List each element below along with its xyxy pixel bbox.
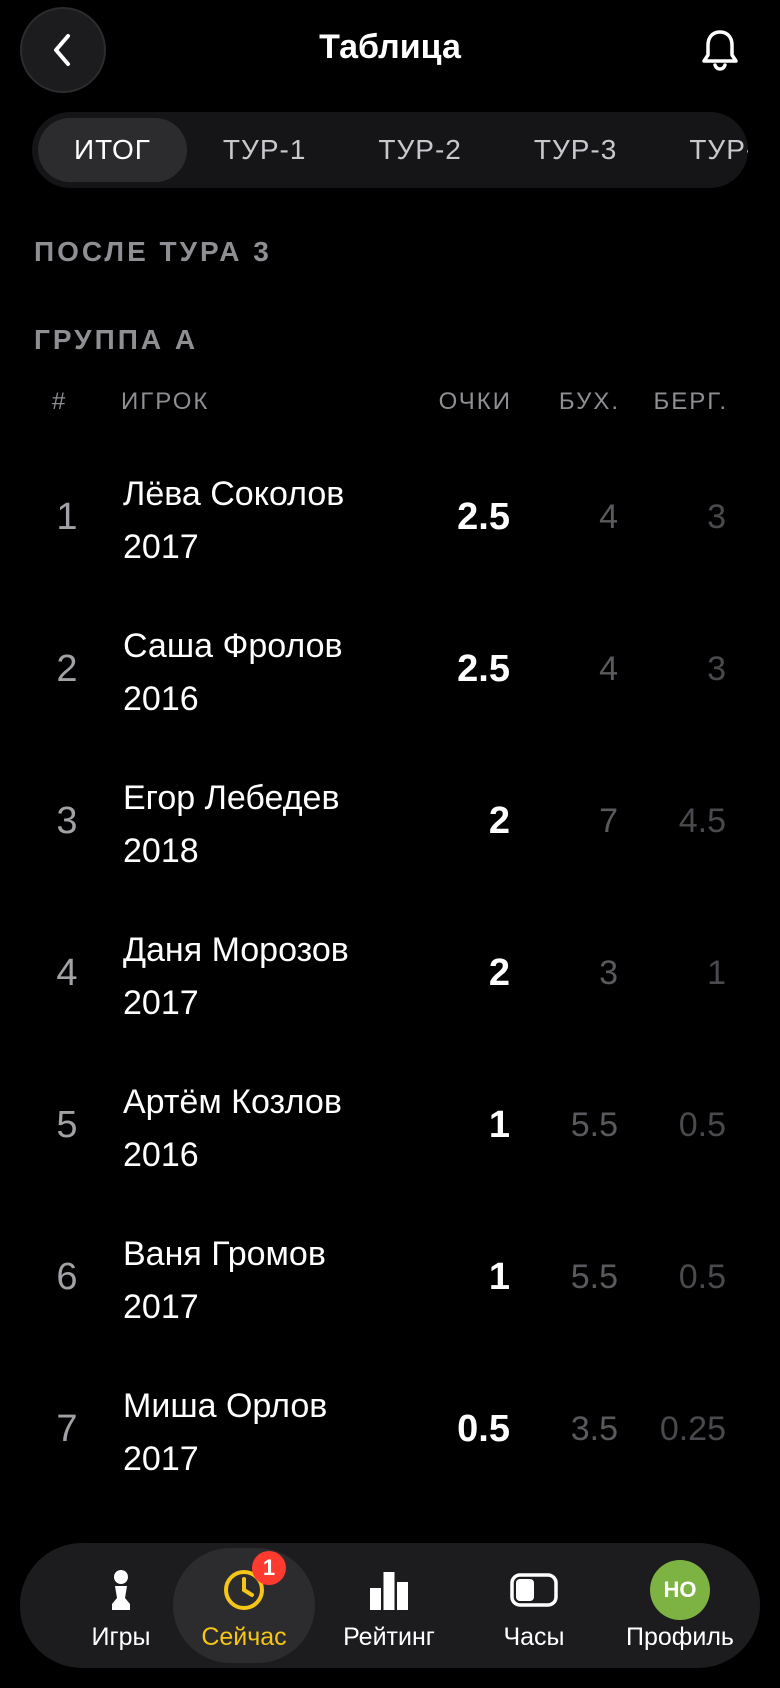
nav-item-games[interactable]: Игры (51, 1543, 191, 1668)
player-info: Ваня Громов 2017 (123, 1228, 326, 1334)
player-berger: 0.5 (678, 1106, 726, 1144)
player-berger: 0.25 (659, 1410, 726, 1448)
player-points: 2.5 (457, 496, 510, 538)
player-points: 1 (488, 1104, 510, 1146)
player-berger: 1 (707, 954, 726, 992)
nav-item-profile[interactable]: НО Профиль (610, 1543, 750, 1668)
player-points: 0.5 (457, 1408, 510, 1450)
notification-badge: 1 (252, 1551, 286, 1585)
page-title: Таблица (319, 28, 461, 66)
nav-item-clock[interactable]: Часы (464, 1543, 604, 1668)
bell-icon (702, 30, 738, 71)
after-round-label: ПОСЛЕ ТУРА 3 (34, 236, 272, 267)
table-row[interactable]: 3 Егор Лебедев 2018 2 7 4.5 (0, 746, 780, 898)
notifications-button[interactable] (696, 26, 744, 74)
player-birth-year: 2017 (123, 984, 199, 1022)
tab-round-2[interactable]: ТУР-2 (342, 118, 497, 182)
tab-round-3[interactable]: ТУР-3 (498, 118, 653, 182)
nav-label: Профиль (626, 1623, 734, 1651)
player-buchholz: 4 (599, 650, 618, 688)
column-header-points: ОЧКИ (438, 388, 512, 415)
player-buchholz: 7 (599, 802, 618, 840)
player-info: Саша Фролов 2016 (123, 620, 343, 726)
player-buchholz: 4 (599, 498, 618, 536)
table-row[interactable]: 6 Ваня Громов 2017 1 5.5 0.5 (0, 1202, 780, 1354)
column-header-player: ИГРОК (121, 388, 210, 415)
column-header-rank: # (52, 388, 68, 415)
bar-chart-icon (370, 1572, 408, 1610)
player-buchholz: 5.5 (570, 1258, 618, 1296)
player-buchholz: 3 (599, 954, 618, 992)
table-row[interactable]: 7 Миша Орлов 2017 0.5 3.5 0.25 (0, 1354, 780, 1506)
player-name: Лёва Соколов (123, 475, 345, 513)
group-label: ГРУППА А (34, 324, 199, 355)
player-info: Лёва Соколов 2017 (123, 468, 344, 574)
player-name: Егор Лебедев (123, 779, 340, 817)
player-birth-year: 2018 (123, 832, 199, 870)
player-rank: 5 (56, 1104, 78, 1146)
player-rank: 4 (56, 952, 78, 994)
standings-table: 1 Лёва Соколов 2017 2.5 4 3 2 Саша Фроло… (0, 442, 780, 1506)
player-points: 2.5 (457, 648, 510, 690)
column-header-buchholz: БУХ. (558, 388, 620, 415)
table-row[interactable]: 2 Саша Фролов 2016 2.5 4 3 (0, 594, 780, 746)
player-buchholz: 5.5 (570, 1106, 618, 1144)
player-name: Саша Фролов (123, 627, 343, 665)
player-birth-year: 2017 (123, 528, 199, 566)
chess-clock-icon (510, 1573, 558, 1607)
player-name: Миша Орлов (123, 1387, 328, 1425)
player-info: Миша Орлов 2017 (123, 1380, 327, 1486)
player-rank: 3 (56, 800, 78, 842)
player-points: 2 (488, 952, 510, 994)
player-rank: 2 (56, 648, 78, 690)
column-header-berger: БЕРГ. (653, 388, 728, 415)
table-row[interactable]: 1 Лёва Соколов 2017 2.5 4 3 (0, 442, 780, 594)
table-row[interactable]: 4 Даня Морозов 2017 2 3 1 (0, 898, 780, 1050)
bottom-nav: Игры 1 Сейчас Рейтинг Часы НО Профиль (20, 1543, 760, 1668)
table-row[interactable]: 5 Артём Козлов 2016 1 5.5 0.5 (0, 1050, 780, 1202)
player-name: Артём Козлов (123, 1083, 342, 1121)
player-berger: 3 (707, 498, 726, 536)
nav-label: Рейтинг (343, 1623, 435, 1651)
player-rank: 6 (56, 1256, 78, 1298)
table-header: # ИГРОК ОЧКИ БУХ. БЕРГ. (0, 388, 780, 424)
player-birth-year: 2016 (123, 680, 199, 718)
player-info: Артём Козлов 2016 (123, 1076, 342, 1182)
player-birth-year: 2017 (123, 1440, 199, 1478)
player-info: Даня Морозов 2017 (123, 924, 349, 1030)
player-info: Егор Лебедев 2018 (123, 772, 340, 878)
tab-round-4[interactable]: ТУР-4 (653, 118, 748, 182)
player-berger: 0.5 (678, 1258, 726, 1296)
player-birth-year: 2016 (123, 1136, 199, 1174)
avatar: НО (650, 1560, 710, 1620)
player-rank: 7 (56, 1408, 78, 1450)
player-points: 1 (488, 1256, 510, 1298)
tab-total[interactable]: ИТОГ (38, 118, 187, 182)
nav-label: Сейчас (201, 1623, 287, 1651)
player-rank: 1 (56, 496, 78, 538)
nav-item-rating[interactable]: Рейтинг (319, 1543, 459, 1668)
player-name: Даня Морозов (123, 931, 349, 969)
chess-pawn-icon (112, 1570, 130, 1610)
round-tabs: ИТОГ ТУР-1 ТУР-2 ТУР-3 ТУР-4 (32, 112, 748, 188)
tab-round-1[interactable]: ТУР-1 (187, 118, 342, 182)
player-berger: 4.5 (678, 802, 726, 840)
nav-label: Часы (503, 1623, 565, 1651)
player-buchholz: 3.5 (570, 1410, 618, 1448)
header: Таблица (0, 0, 780, 100)
player-berger: 3 (707, 650, 726, 688)
player-name: Ваня Громов (123, 1235, 326, 1273)
player-points: 2 (488, 800, 510, 842)
nav-item-now[interactable]: 1 Сейчас (174, 1543, 314, 1668)
nav-label: Игры (91, 1623, 151, 1651)
player-birth-year: 2017 (123, 1288, 199, 1326)
